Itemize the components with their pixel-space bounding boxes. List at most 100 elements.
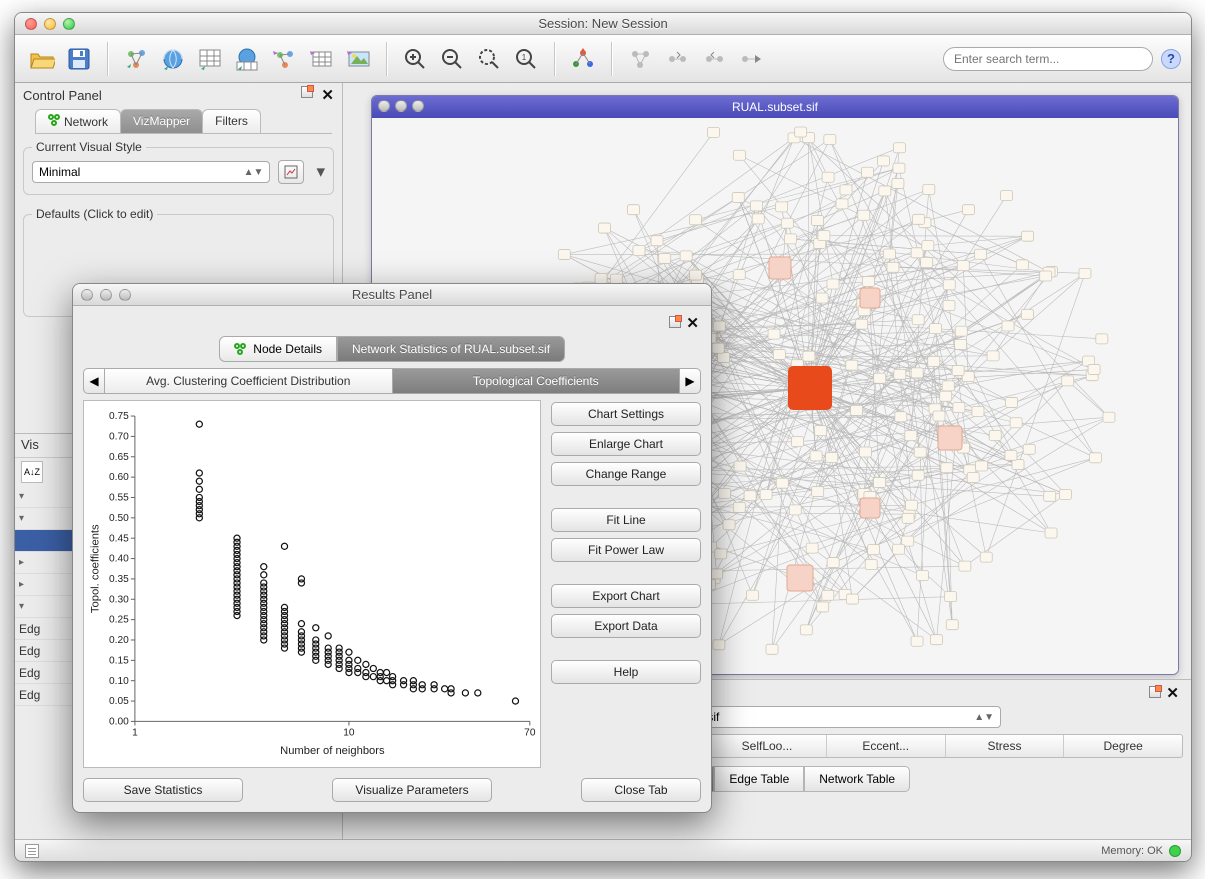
- network-view-title: RUAL.subset.sif: [732, 100, 818, 114]
- column-header[interactable]: SelfLoo...: [708, 735, 827, 757]
- pager-option-right[interactable]: Topological Coefficients: [392, 368, 680, 394]
- svg-text:0.75: 0.75: [109, 411, 129, 422]
- svg-text:0.60: 0.60: [109, 472, 129, 483]
- import-network-file-icon[interactable]: [119, 42, 153, 76]
- edge-row-3[interactable]: Edg: [15, 662, 75, 684]
- tab-edge-table[interactable]: Edge Table: [714, 766, 804, 792]
- tab-vizmapper[interactable]: VizMapper: [120, 109, 203, 133]
- zoom-window-button[interactable]: [63, 18, 75, 30]
- edge-row-1[interactable]: Edg: [15, 618, 75, 640]
- close-tab-button[interactable]: Close Tab: [581, 778, 701, 802]
- fit-power-law-button[interactable]: Fit Power Law: [551, 538, 701, 562]
- svg-text:1: 1: [132, 728, 138, 739]
- subwindow-zoom-icon[interactable]: [412, 100, 424, 112]
- import-network-url-icon[interactable]: [156, 42, 190, 76]
- close-results-icon[interactable]: ✕: [686, 315, 699, 332]
- fit-line-button[interactable]: Fit Line: [551, 508, 701, 532]
- svg-text:0.00: 0.00: [109, 716, 129, 727]
- open-file-icon[interactable]: [25, 42, 59, 76]
- export-image-icon[interactable]: [341, 42, 375, 76]
- svg-text:10: 10: [343, 728, 355, 739]
- window-title: Session: New Session: [15, 16, 1191, 31]
- chart-settings-button[interactable]: Chart Settings: [551, 402, 701, 426]
- import-table-url-icon[interactable]: [230, 42, 264, 76]
- change-range-button[interactable]: Change Range: [551, 462, 701, 486]
- close-table-panel-icon[interactable]: ✕: [1166, 685, 1179, 702]
- edge-row-4[interactable]: Edg: [15, 684, 75, 706]
- svg-text:0.50: 0.50: [109, 513, 129, 524]
- svg-text:0.65: 0.65: [109, 452, 129, 463]
- memory-status: Memory: OK: [1101, 845, 1163, 857]
- export-network-icon[interactable]: [267, 42, 301, 76]
- control-panel-tabs: Network VizMapper Filters: [35, 109, 332, 134]
- export-data-button[interactable]: Export Data: [551, 614, 701, 638]
- log-icon[interactable]: [25, 844, 39, 858]
- close-panel-icon[interactable]: ✕: [321, 86, 334, 104]
- pager-prev-button[interactable]: ◀: [83, 368, 105, 394]
- memory-indicator-icon: [1169, 845, 1181, 857]
- column-header[interactable]: Stress: [946, 735, 1065, 757]
- chart-area: 0.000.050.100.150.200.250.300.350.400.45…: [83, 400, 541, 768]
- column-header[interactable]: Degree: [1064, 735, 1182, 757]
- save-session-icon[interactable]: [62, 42, 96, 76]
- subwindow-close-icon[interactable]: [378, 100, 390, 112]
- zoom-out-icon[interactable]: [435, 42, 469, 76]
- tab-filters[interactable]: Filters: [202, 109, 261, 133]
- search-input[interactable]: [943, 47, 1153, 71]
- svg-text:0.45: 0.45: [109, 533, 129, 544]
- visual-style-select[interactable]: Minimal▲▼: [32, 161, 270, 183]
- visual-style-options-button[interactable]: [278, 160, 304, 184]
- tab-network[interactable]: Network: [35, 109, 121, 133]
- status-bar: Memory: OK: [15, 839, 1191, 861]
- results-panel-window: Results Panel ✕ Node Details Network Sta…: [72, 283, 712, 813]
- apply-layout-icon[interactable]: [566, 42, 600, 76]
- pager-option-left[interactable]: Avg. Clustering Coefficient Distribution: [105, 368, 392, 394]
- column-header[interactable]: Eccent...: [827, 735, 946, 757]
- defaults-legend[interactable]: Defaults (Click to edit): [32, 207, 157, 221]
- first-neighbors-icon[interactable]: [623, 42, 657, 76]
- float-table-panel-icon[interactable]: [1149, 686, 1161, 698]
- svg-text:0.70: 0.70: [109, 431, 129, 442]
- dock-results-icon[interactable]: [669, 316, 681, 328]
- table-network-select[interactable]: set.sif▲▼: [681, 706, 1001, 728]
- vis-title: Vis: [15, 434, 75, 458]
- sort-icon[interactable]: A↓Z: [21, 461, 43, 483]
- tab-network-statistics[interactable]: Network Statistics of RUAL.subset.sif: [337, 336, 565, 362]
- close-window-button[interactable]: [25, 18, 37, 30]
- show-all-icon[interactable]: [697, 42, 731, 76]
- svg-text:0.25: 0.25: [109, 615, 129, 626]
- zoom-fit-icon[interactable]: 1: [509, 42, 543, 76]
- svg-text:0.35: 0.35: [109, 574, 129, 585]
- zoom-fit-selected-icon[interactable]: [472, 42, 506, 76]
- selected-mapping-row[interactable]: [15, 530, 75, 552]
- save-statistics-button[interactable]: Save Statistics: [83, 778, 243, 802]
- new-network-from-selection-icon[interactable]: [734, 42, 768, 76]
- minimize-window-button[interactable]: [44, 18, 56, 30]
- enlarge-chart-button[interactable]: Enlarge Chart: [551, 432, 701, 456]
- visual-style-menu-icon[interactable]: ▾: [312, 162, 325, 182]
- svg-text:0.15: 0.15: [109, 655, 129, 666]
- subwindow-minimize-icon[interactable]: [395, 100, 407, 112]
- help-button[interactable]: Help: [551, 660, 701, 684]
- edge-row-2[interactable]: Edg: [15, 640, 75, 662]
- help-icon[interactable]: ?: [1161, 49, 1181, 69]
- pager-next-button[interactable]: ▶: [679, 368, 701, 394]
- tab-network-table[interactable]: Network Table: [804, 766, 910, 792]
- results-panel-title: Results Panel: [73, 287, 711, 302]
- svg-text:Topol. coefficients: Topol. coefficients: [89, 524, 101, 613]
- import-table-file-icon[interactable]: [193, 42, 227, 76]
- svg-text:Number of neighbors: Number of neighbors: [280, 745, 385, 757]
- tab-node-details[interactable]: Node Details: [219, 336, 337, 362]
- export-chart-button[interactable]: Export Chart: [551, 584, 701, 608]
- main-toolbar: 1 ?: [15, 35, 1191, 83]
- export-table-icon[interactable]: [304, 42, 338, 76]
- zoom-in-icon[interactable]: [398, 42, 432, 76]
- svg-text:0.55: 0.55: [109, 493, 129, 504]
- visual-mapping-sidebar: Vis A↓Z ▾ ▾ ▸ ▸ ▾ Edg Edg Edg Edg: [15, 433, 75, 817]
- hide-selected-icon[interactable]: [660, 42, 694, 76]
- svg-text:0.05: 0.05: [109, 696, 129, 707]
- svg-text:0.10: 0.10: [109, 676, 129, 687]
- float-panel-icon[interactable]: [301, 86, 313, 98]
- window-titlebar: Session: New Session: [15, 13, 1191, 35]
- visualize-parameters-button[interactable]: Visualize Parameters: [332, 778, 492, 802]
